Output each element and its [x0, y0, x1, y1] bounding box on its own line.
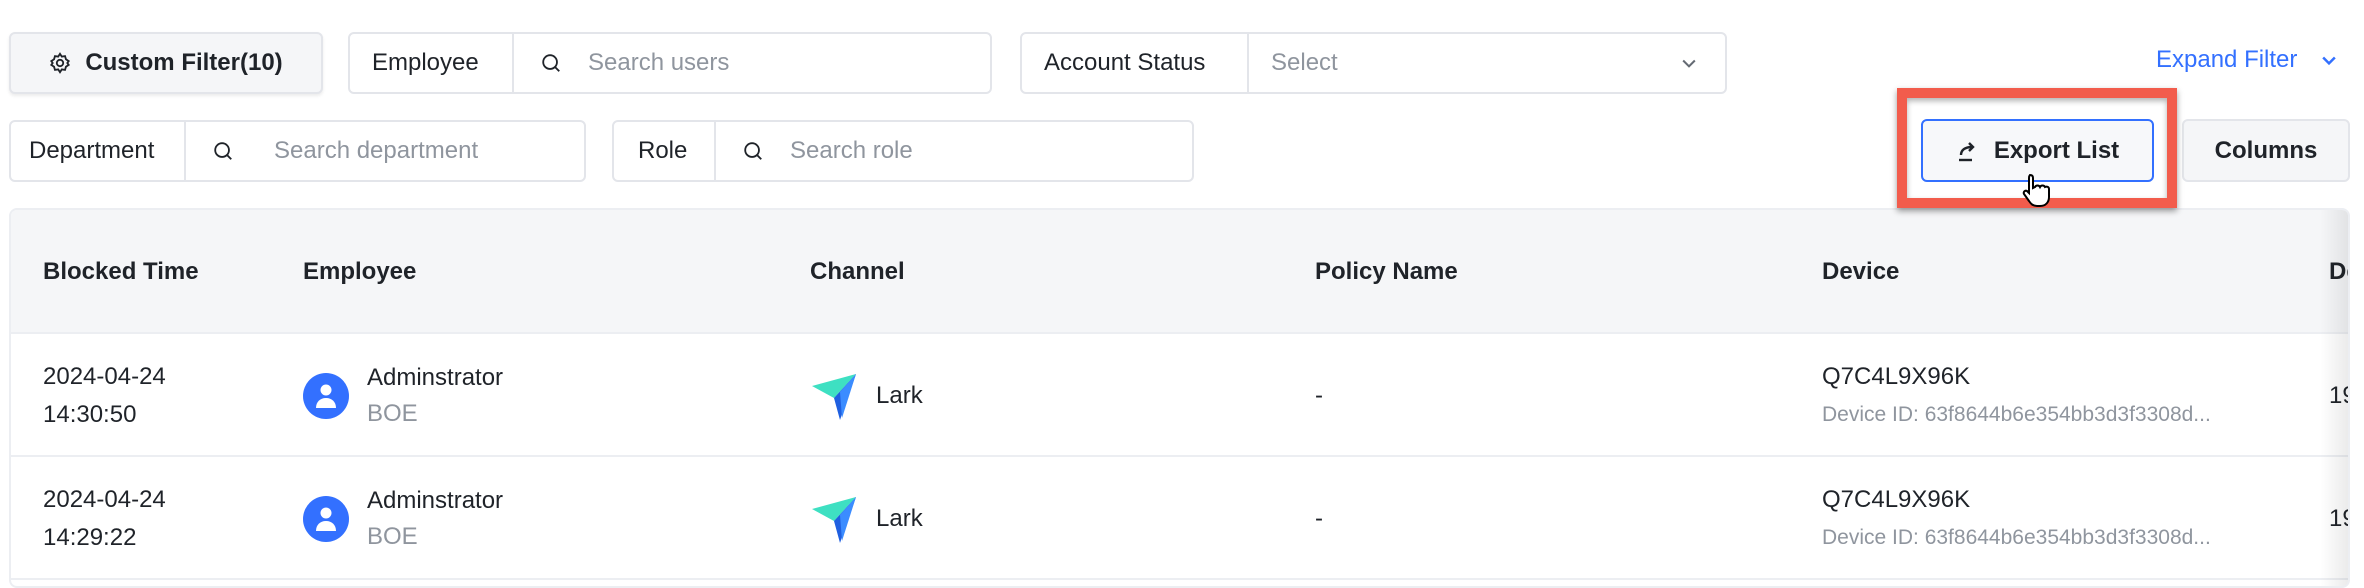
hand-cursor-icon	[2022, 173, 2050, 207]
device-name: Q7C4L9X96K	[1822, 362, 1971, 390]
employee-search-input[interactable]	[588, 49, 990, 77]
table-header: Blocked Time Employee Channel Policy Nam…	[11, 210, 2348, 334]
search-icon	[542, 54, 560, 72]
user-icon	[316, 384, 336, 408]
policy-name-cell: -	[1315, 504, 1323, 532]
blocked-date: 2024-04-24	[43, 362, 166, 390]
employee-cell: Adminstrator BOE	[303, 457, 503, 580]
department-filter: Department	[9, 120, 586, 182]
columns-label: Columns	[2214, 136, 2318, 164]
columns-button[interactable]: Columns	[2182, 119, 2350, 182]
chevron-down-icon	[1682, 59, 1696, 68]
blocked-time-cell: 2024-04-24 14:29:22	[43, 457, 166, 580]
employee-name[interactable]: Adminstrator	[367, 483, 503, 519]
lark-logo-icon	[812, 496, 856, 543]
policy-name-cell: -	[1315, 381, 1323, 409]
account-status-filter: Account Status Select	[1020, 32, 1727, 94]
column-header-blocked-time[interactable]: Blocked Time	[43, 210, 199, 334]
department-filter-label: Department	[11, 122, 186, 180]
device-id: Device ID: 63f8644b6e354bb3d3f3308d...	[1822, 525, 2211, 549]
expand-filter-label: Expand Filter	[2156, 46, 2298, 73]
account-status-select[interactable]: Select	[1249, 34, 1725, 92]
channel-cell: Lark	[810, 457, 923, 580]
chevron-down-icon	[2322, 56, 2337, 66]
device-id: Device ID: 63f8644b6e354bb3d3f3308d...	[1822, 402, 2211, 426]
employee-department: BOE	[367, 399, 418, 427]
custom-filter-button[interactable]: Custom Filter(10)	[9, 32, 323, 94]
employee-name[interactable]: Adminstrator	[367, 360, 503, 396]
lark-logo-icon	[812, 373, 856, 420]
table-row[interactable]: 2024-04-24 14:29:22 Adminstrator BOE Lar…	[11, 457, 2348, 580]
custom-filter-label: Custom Filter(10)	[85, 49, 283, 76]
column-header-device[interactable]: Device	[1822, 210, 1899, 334]
blocked-date: 2024-04-24	[43, 485, 166, 513]
expand-filter-link[interactable]: Expand Filter	[2156, 46, 2339, 74]
table-row[interactable]: 2024-04-24 14:30:50 Adminstrator BOE Lar…	[11, 334, 2348, 457]
account-status-label: Account Status	[1022, 34, 1249, 92]
blocked-time: 14:30:50	[43, 400, 137, 428]
role-filter-label: Role	[614, 122, 716, 180]
blocked-time-cell: 2024-04-24 14:30:50	[43, 334, 166, 457]
employee-filter: Employee	[348, 32, 992, 94]
channel-cell: Lark	[810, 334, 923, 457]
scroll-shadow	[2320, 210, 2348, 586]
device-name: Q7C4L9X96K	[1822, 485, 1971, 513]
avatar	[303, 495, 349, 542]
column-header-channel[interactable]: Channel	[810, 210, 905, 334]
employee-department: BOE	[367, 522, 418, 550]
account-status-placeholder: Select	[1271, 49, 1338, 76]
role-search-input[interactable]	[790, 137, 1192, 165]
employee-filter-label: Employee	[350, 34, 514, 92]
role-filter: Role	[612, 120, 1194, 182]
channel-name: Lark	[876, 504, 923, 532]
search-icon	[744, 142, 762, 160]
user-icon	[316, 507, 336, 531]
search-icon	[214, 142, 232, 160]
gear-icon	[50, 52, 71, 74]
column-header-policy-name[interactable]: Policy Name	[1315, 210, 1458, 334]
blocked-time: 14:29:22	[43, 523, 137, 551]
device-cell: Q7C4L9X96K Device ID: 63f8644b6e354bb3d3…	[1822, 334, 2211, 457]
department-search-input[interactable]	[274, 137, 584, 165]
blocked-events-table: Blocked Time Employee Channel Policy Nam…	[9, 208, 2350, 588]
avatar	[303, 372, 349, 419]
column-header-employee[interactable]: Employee	[303, 210, 416, 334]
employee-cell: Adminstrator BOE	[303, 334, 503, 457]
device-cell: Q7C4L9X96K Device ID: 63f8644b6e354bb3d3…	[1822, 457, 2211, 580]
channel-name: Lark	[876, 381, 923, 409]
